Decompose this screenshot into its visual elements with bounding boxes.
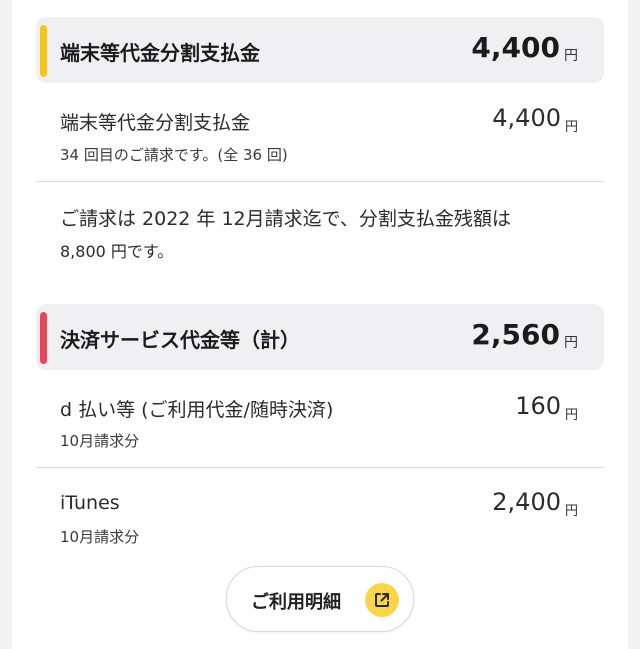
d-payment-row-label: d 払い等 (ご利用代金/随時決済) xyxy=(60,399,334,421)
usage-details-button-label: ご利用明細 xyxy=(251,592,341,613)
device-installment-header: 端末等代金分割支払金 4,400 円 xyxy=(36,17,604,83)
itunes-row-label: iTunes xyxy=(60,492,120,514)
yen-unit: 円 xyxy=(564,408,578,423)
billing-month-text: 10月請求分 xyxy=(60,432,140,450)
itunes-row-amount: 2,400 xyxy=(492,488,561,516)
yen-unit: 円 xyxy=(564,120,578,135)
device-installment-row-amount: 4,400 xyxy=(492,104,561,132)
accent-bar-red xyxy=(40,312,47,364)
usage-details-button[interactable]: ご利用明細 xyxy=(226,566,414,632)
payment-services-header: 決済サービス代金等（計） 2,560 円 xyxy=(36,304,604,370)
device-installment-total: 4,400 xyxy=(471,31,560,64)
external-link-icon xyxy=(365,583,399,617)
device-installment-row-label: 端末等代金分割支払金 xyxy=(60,112,251,134)
accent-bar-yellow xyxy=(40,25,47,77)
yen-unit: 円 xyxy=(564,335,578,351)
divider xyxy=(36,181,604,182)
divider xyxy=(36,467,604,468)
d-payment-row-amount: 160 xyxy=(515,392,561,420)
payment-services-total: 2,560 xyxy=(471,318,560,351)
billing-card: 端末等代金分割支払金 4,400 円 端末等代金分割支払金 4,400 円 34… xyxy=(12,0,628,649)
installment-note-line1: ご請求は 2022 年 12月請求迄で、分割支払金残額は xyxy=(60,208,511,230)
payment-services-title: 決済サービス代金等（計） xyxy=(60,328,300,352)
installment-count-text: 34 回目のご請求です。(全 36 回) xyxy=(60,146,288,164)
device-installment-title: 端末等代金分割支払金 xyxy=(60,41,260,65)
billing-month-text: 10月請求分 xyxy=(60,528,140,546)
yen-unit: 円 xyxy=(564,504,578,519)
yen-unit: 円 xyxy=(564,48,578,64)
installment-note-line2: 8,800 円です。 xyxy=(60,242,174,261)
